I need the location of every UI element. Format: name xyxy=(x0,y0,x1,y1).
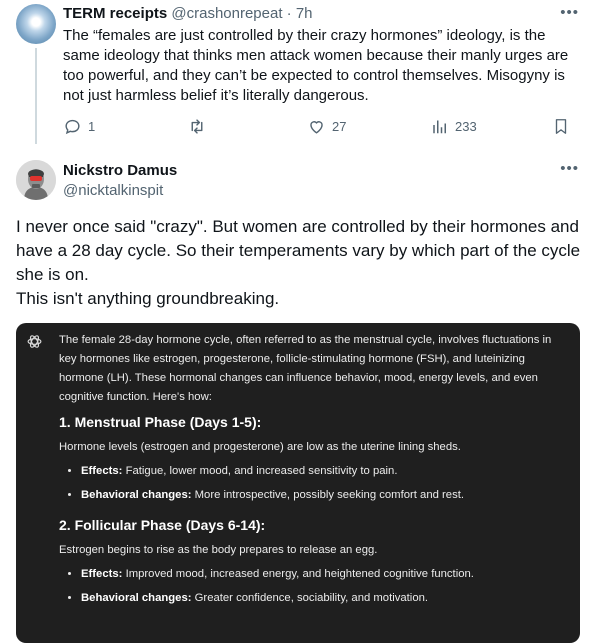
parent-post[interactable]: TERM receipts @crashonrepeat · 7h ••• Th… xyxy=(0,0,597,148)
bullet-item: Behavioral changes: More introspective, … xyxy=(81,486,564,505)
bullet-item: Behavioral changes: Greater confidence, … xyxy=(81,589,564,608)
reply-text: I never once said "crazy". But women are… xyxy=(16,215,581,311)
reply-header: Nickstro Damus @nicktalkinspit xyxy=(63,161,177,201)
separator: · xyxy=(286,5,292,22)
bullet-item: Effects: Improved mood, increased energy… xyxy=(81,565,564,584)
attached-image[interactable]: The female 28-day hormone cycle, often r… xyxy=(16,323,580,643)
repost-icon xyxy=(191,119,203,134)
more-dots-icon[interactable]: ••• xyxy=(560,4,579,21)
bullet-text: More introspective, possibly seeking com… xyxy=(191,489,464,501)
bullet-label: Behavioral changes: xyxy=(81,592,192,604)
action-bar: 1 27 233 xyxy=(63,117,583,139)
bullet-label: Effects: xyxy=(81,465,123,477)
bullet-text: Greater confidence, sociability, and mot… xyxy=(191,592,429,604)
bullet-label: Effects: xyxy=(81,568,123,580)
card-content: The female 28-day hormone cycle, often r… xyxy=(59,331,564,608)
views-button[interactable]: 233 xyxy=(431,117,477,136)
post-header: TERM receipts @crashonrepeat · 7h xyxy=(63,4,313,24)
bullet-item: Effects: Fatigue, lower mood, and increa… xyxy=(81,462,564,481)
views-bars-icon xyxy=(433,120,446,134)
avatar[interactable] xyxy=(16,160,56,200)
chatgpt-logo-icon xyxy=(27,335,42,348)
card-intro: The female 28-day hormone cycle, often r… xyxy=(59,334,552,403)
avatar[interactable] xyxy=(16,4,56,44)
thread-connector-line xyxy=(35,48,37,144)
more-dots-icon[interactable]: ••• xyxy=(560,160,579,177)
post-text: The “females are just controlled by thei… xyxy=(63,27,569,104)
post-time[interactable]: 7h xyxy=(296,5,313,22)
user-handle[interactable]: @crashonrepeat xyxy=(171,5,282,22)
section-description: Estrogen begins to rise as the body prep… xyxy=(59,544,378,556)
reply-button[interactable]: 1 xyxy=(63,117,95,136)
bullet-list: Effects: Fatigue, lower mood, and increa… xyxy=(59,462,564,505)
bookmark-icon xyxy=(555,119,567,134)
bullet-text: Fatigue, lower mood, and increased sensi… xyxy=(122,465,398,477)
reply-bubble-icon xyxy=(65,119,80,135)
avatar-image xyxy=(16,160,56,200)
reply-count: 1 xyxy=(88,119,96,134)
section-description: Hormone levels (estrogen and progesteron… xyxy=(59,441,461,453)
section-heading: 1. Menstrual Phase (Days 1-5): xyxy=(59,414,262,430)
bullet-text: Improved mood, increased energy, and hei… xyxy=(122,568,474,580)
like-count: 27 xyxy=(332,119,347,134)
display-name[interactable]: TERM receipts xyxy=(63,5,167,22)
repost-button[interactable] xyxy=(187,117,207,136)
bookmark-button[interactable] xyxy=(552,117,570,136)
heart-icon xyxy=(310,121,323,134)
view-count: 233 xyxy=(455,119,477,134)
display-name[interactable]: Nickstro Damus xyxy=(63,161,177,181)
like-button[interactable]: 27 xyxy=(307,117,346,136)
reply-paragraph: This isn't anything groundbreaking. xyxy=(16,289,280,308)
user-handle[interactable]: @nicktalkinspit xyxy=(63,181,177,201)
bullet-list: Effects: Improved mood, increased energy… xyxy=(59,565,564,608)
section-heading: 2. Follicular Phase (Days 6-14): xyxy=(59,517,266,533)
bullet-label: Behavioral changes: xyxy=(81,489,192,501)
reply-paragraph: I never once said "crazy". But women are… xyxy=(16,217,581,284)
